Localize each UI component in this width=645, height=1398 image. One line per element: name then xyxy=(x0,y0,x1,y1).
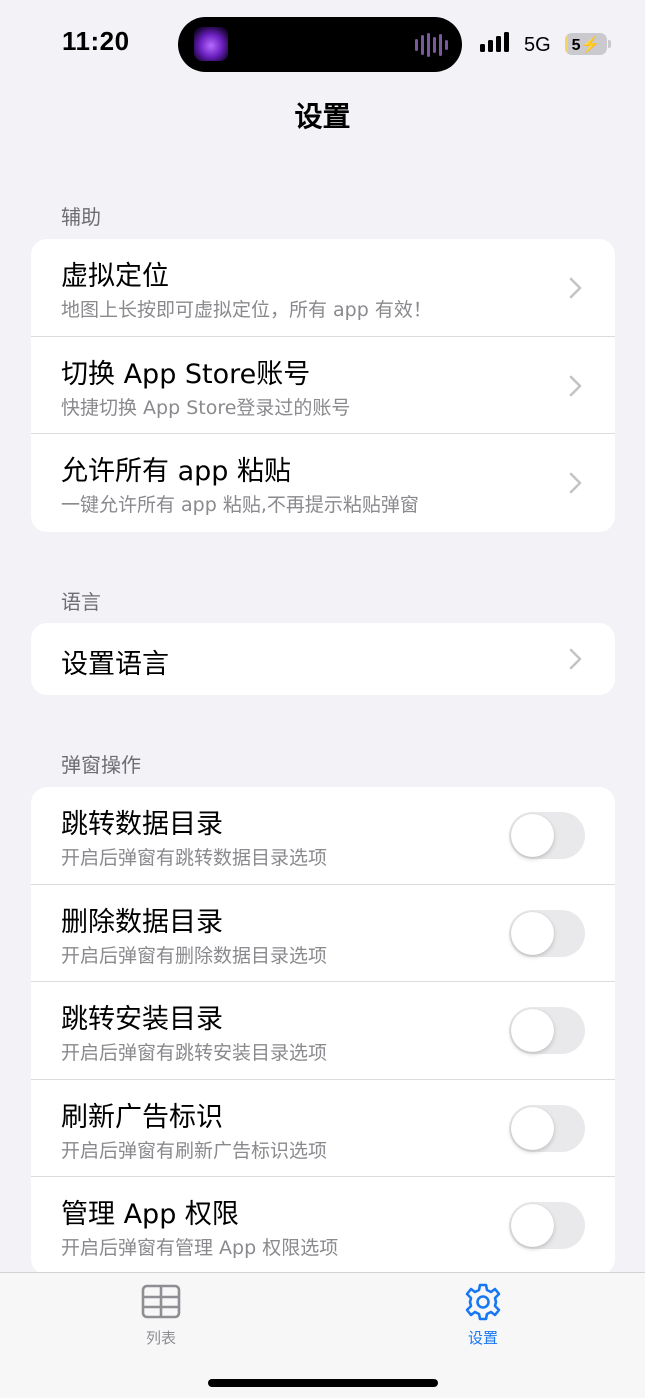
gear-icon xyxy=(465,1283,501,1321)
manage-app-permissions-toggle[interactable] xyxy=(509,1202,585,1249)
section-header-language: 语言 xyxy=(61,590,101,614)
dynamic-island[interactable] xyxy=(178,17,462,72)
row-subtitle: 开启后弹窗有跳转安装目录选项 xyxy=(61,1042,328,1064)
row-subtitle: 地图上长按即可虚拟定位，所有 app 有效！ xyxy=(61,299,432,321)
row-title: 删除数据目录 xyxy=(61,906,223,938)
audio-wave-icon xyxy=(415,33,448,57)
delete-data-dir-toggle[interactable] xyxy=(509,909,585,957)
section-header-assist: 辅助 xyxy=(61,205,101,229)
row-manage-app-permissions: 管理 App 权限 开启后弹窗有管理 App 权限选项 xyxy=(31,1177,615,1275)
bolt-icon: ⚡ xyxy=(580,37,601,54)
tab-label: 设置 xyxy=(467,1329,498,1347)
row-jump-data-dir: 跳转数据目录 开启后弹窗有跳转数据目录选项 xyxy=(31,787,615,885)
status-bar: 11:20 5G 5⚡ xyxy=(0,0,645,88)
jump-install-dir-toggle[interactable] xyxy=(509,1007,585,1054)
row-title: 设置语言 xyxy=(61,649,169,680)
row-allow-paste[interactable]: 允许所有 app 粘贴 一键允许所有 app 粘贴,不再提示粘贴弹窗 xyxy=(31,434,615,532)
app-thumbnail-icon xyxy=(194,27,228,61)
battery-cap xyxy=(608,40,611,48)
tab-label: 列表 xyxy=(145,1329,176,1347)
table-grid-icon xyxy=(141,1284,181,1319)
home-indicator xyxy=(208,1379,438,1387)
section-header-popup: 弹窗操作 xyxy=(61,753,141,777)
toggle-knob xyxy=(511,1204,554,1247)
jump-data-dir-toggle[interactable] xyxy=(509,812,585,859)
row-title: 刷新广告标识 xyxy=(61,1101,223,1133)
row-virtual-location[interactable]: 虚拟定位 地图上长按即可虚拟定位，所有 app 有效！ xyxy=(31,239,615,337)
page-title: 设置 xyxy=(294,100,351,133)
group-assist: 虚拟定位 地图上长按即可虚拟定位，所有 app 有效！ 切换 App Store… xyxy=(31,239,615,532)
tab-list[interactable]: 列表 xyxy=(91,1273,231,1353)
row-title: 跳转安装目录 xyxy=(61,1004,223,1035)
toggle-knob xyxy=(511,1009,554,1052)
tab-bar: 列表 设置 xyxy=(0,1272,645,1398)
chevron-right-icon xyxy=(569,375,582,396)
row-title: 管理 App 权限 xyxy=(61,1199,239,1230)
status-time: 11:20 xyxy=(62,26,130,56)
row-title: 切换 App Store账号 xyxy=(61,358,311,390)
row-subtitle: 一键允许所有 app 粘贴,不再提示粘贴弹窗 xyxy=(61,494,419,516)
row-delete-data-dir: 删除数据目录 开启后弹窗有删除数据目录选项 xyxy=(31,885,615,982)
row-title: 虚拟定位 xyxy=(61,261,169,292)
row-jump-install-dir: 跳转安装目录 开启后弹窗有跳转安装目录选项 xyxy=(31,982,615,1080)
battery-icon: 5⚡ xyxy=(565,33,607,55)
row-subtitle: 开启后弹窗有管理 App 权限选项 xyxy=(61,1237,339,1259)
row-refresh-ad-id: 刷新广告标识 开启后弹窗有刷新广告标识选项 xyxy=(31,1080,615,1177)
refresh-ad-id-toggle[interactable] xyxy=(509,1104,585,1152)
row-subtitle: 开启后弹窗有跳转数据目录选项 xyxy=(61,847,328,869)
chevron-right-icon xyxy=(569,472,582,494)
tab-settings[interactable]: 设置 xyxy=(413,1273,553,1353)
network-type: 5G xyxy=(524,34,551,56)
row-set-language[interactable]: 设置语言 xyxy=(31,623,615,695)
chevron-right-icon xyxy=(569,277,582,299)
row-title: 跳转数据目录 xyxy=(61,809,223,840)
group-popup: 跳转数据目录 开启后弹窗有跳转数据目录选项 删除数据目录 开启后弹窗有删除数据目… xyxy=(31,787,615,1275)
group-language: 设置语言 xyxy=(31,623,615,695)
toggle-knob xyxy=(511,814,554,857)
row-title: 允许所有 app 粘贴 xyxy=(61,456,291,487)
battery-level: 5⚡ xyxy=(571,37,601,54)
row-subtitle: 开启后弹窗有刷新广告标识选项 xyxy=(61,1139,328,1162)
toggle-knob xyxy=(511,1106,554,1150)
row-subtitle: 快捷切换 App Store登录过的账号 xyxy=(61,396,351,419)
chevron-right-icon xyxy=(569,648,582,670)
row-switch-appstore-account[interactable]: 切换 App Store账号 快捷切换 App Store登录过的账号 xyxy=(31,337,615,434)
toggle-knob xyxy=(511,911,554,955)
row-subtitle: 开启后弹窗有删除数据目录选项 xyxy=(61,944,328,967)
cellular-signal-icon xyxy=(480,32,509,52)
